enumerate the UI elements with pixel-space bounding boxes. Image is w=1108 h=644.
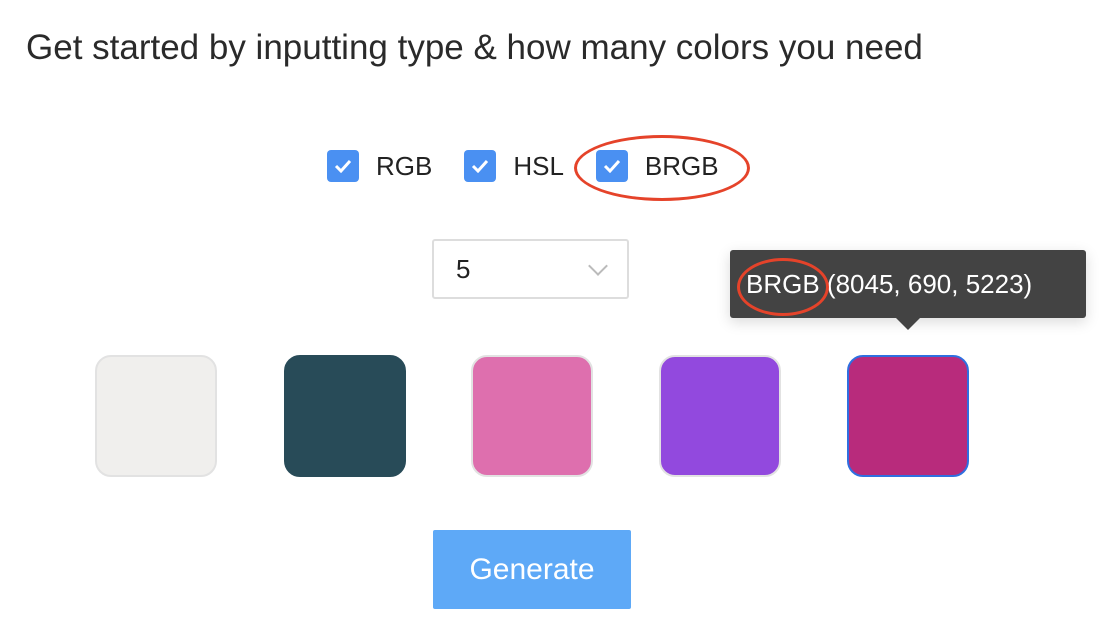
color-swatch[interactable] [95,355,217,477]
color-swatch[interactable] [659,355,781,477]
color-swatch[interactable] [471,355,593,477]
annotation-circle [737,258,829,316]
generate-button[interactable]: Generate [433,530,631,609]
checkbox-rgb[interactable]: RGB [327,150,432,182]
tooltip-values: (8045, 690, 5223) [826,268,1033,299]
chevron-down-icon [588,256,608,276]
select-value: 5 [456,253,471,284]
check-icon [327,150,359,182]
check-icon [464,150,497,182]
checkbox-hsl[interactable]: HSL [464,150,564,182]
checkbox-label: RGB [376,150,433,181]
annotation-circle [574,135,750,201]
color-swatch[interactable] [284,355,406,477]
color-swatch-selected[interactable] [847,355,969,477]
tooltip-arrow [896,318,920,330]
checkbox-label: HSL [513,150,564,181]
page-title: Get started by inputting type & how many… [26,28,923,67]
color-count-select[interactable]: 5 [432,239,629,299]
